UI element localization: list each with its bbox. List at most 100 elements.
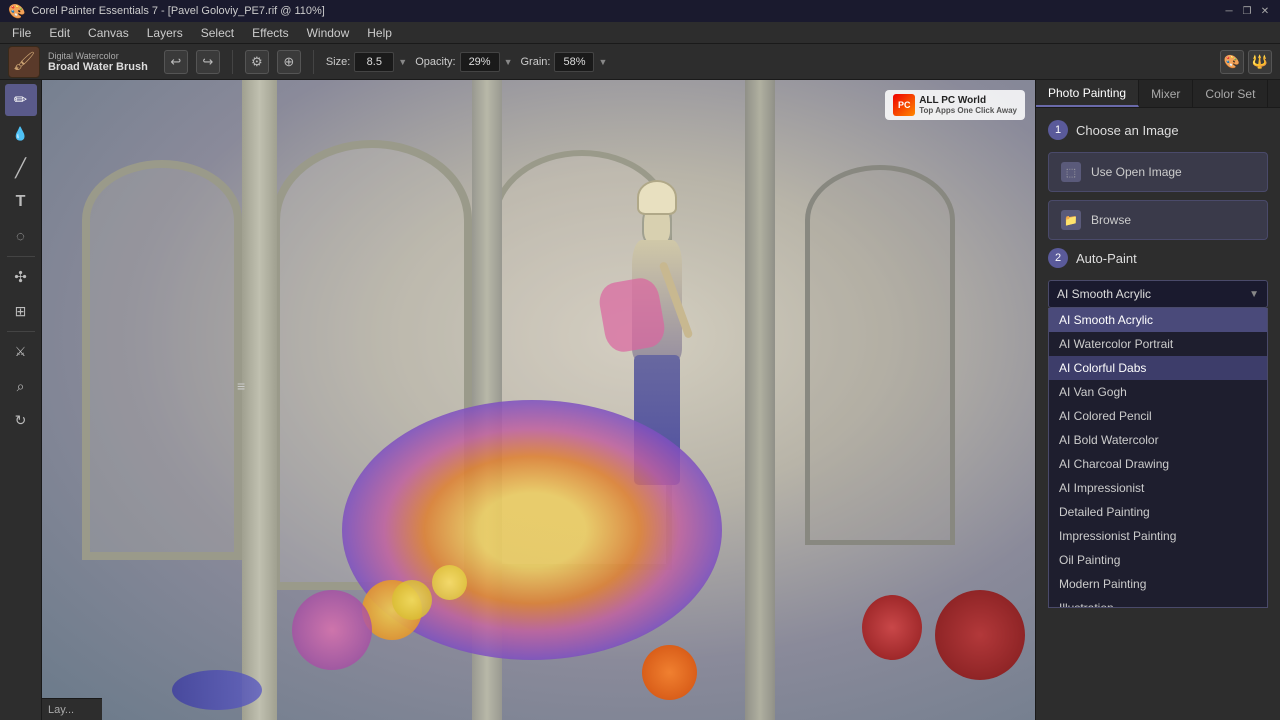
close-button[interactable]: ✕ — [1258, 4, 1272, 18]
brush-category: Digital Watercolor — [48, 51, 148, 61]
dropdown-option-illustration[interactable]: Illustration — [1049, 596, 1267, 608]
step2-title: Auto-Paint — [1076, 251, 1137, 266]
opacity-label: Opacity: — [415, 56, 455, 68]
size-group: Size: ▼ — [326, 52, 407, 72]
browse-label: Browse — [1091, 213, 1131, 227]
eyedropper-tool-button[interactable]: 💧 — [5, 118, 37, 150]
dropdown-option-ai-colorful-dabs[interactable]: AI Colorful Dabs — [1049, 356, 1267, 380]
auto-paint-dropdown-selected[interactable]: AI Smooth Acrylic ▼ — [1048, 280, 1268, 308]
step2-header: 2 Auto-Paint — [1048, 248, 1268, 268]
menu-edit[interactable]: Edit — [41, 24, 78, 42]
dropdown-option-ai-colored-pencil[interactable]: AI Colored Pencil — [1049, 404, 1267, 428]
minimize-button[interactable]: ─ — [1222, 4, 1236, 18]
tool-separator-2 — [7, 331, 35, 332]
large-red-fruit — [935, 590, 1025, 680]
dropdown-option-ai-van-gogh[interactable]: AI Van Gogh — [1049, 380, 1267, 404]
canvas-area[interactable]: ≡ PC ALL PC World Top Apps One Click Awa… — [42, 80, 1035, 720]
menu-file[interactable]: File — [4, 24, 39, 42]
watermark-logo: PC — [893, 94, 915, 116]
tab-photo-painting[interactable]: Photo Painting — [1036, 80, 1139, 107]
layers-partial-tab[interactable]: Lay... — [42, 698, 102, 720]
line-tool-button[interactable]: ╱ — [5, 152, 37, 184]
brush-info: Digital Watercolor Broad Water Brush — [48, 51, 148, 73]
dropdown-option-ai-watercolor-portrait[interactable]: AI Watercolor Portrait — [1049, 332, 1267, 356]
symmetry-button[interactable]: 🔱 — [1248, 50, 1272, 74]
separator — [232, 50, 233, 74]
watermark: PC ALL PC World Top Apps One Click Away — [885, 90, 1025, 120]
menu-window[interactable]: Window — [299, 24, 358, 42]
fruit-2 — [292, 590, 372, 670]
column-1 — [242, 80, 277, 720]
rectangular-tool-button[interactable]: ⊞ — [5, 295, 37, 327]
brush-tool-button[interactable]: ✏ — [5, 84, 37, 116]
step1-title: Choose an Image — [1076, 123, 1179, 138]
grain-dropdown-arrow[interactable]: ▼ — [598, 57, 607, 67]
dropdown-option-oil-painting[interactable]: Oil Painting — [1049, 548, 1267, 572]
brush-variant: Broad Water Brush — [48, 61, 148, 73]
open-image-icon: ⬚ — [1061, 162, 1081, 182]
right-tool-icons: 🎨 🔱 — [1220, 50, 1272, 74]
restore-button[interactable]: ❐ — [1240, 4, 1254, 18]
dropdown-option-modern-painting[interactable]: Modern Painting — [1049, 572, 1267, 596]
menu-help[interactable]: Help — [359, 24, 400, 42]
text-tool-button[interactable]: T — [5, 186, 37, 218]
dropdown-option-ai-bold-watercolor[interactable]: AI Bold Watercolor — [1049, 428, 1267, 452]
title-bar: 🎨 Corel Painter Essentials 7 - [Pavel Go… — [0, 0, 1280, 22]
magnifier-tool-button[interactable]: ⌕ — [5, 370, 37, 402]
transform-tool-button[interactable]: ✣ — [5, 261, 37, 293]
brush-options-button[interactable]: ⚙ — [245, 50, 269, 74]
brush-toggle-button[interactable]: ⊕ — [277, 50, 301, 74]
auto-paint-dropdown-list: AI Smooth Acrylic AI Watercolor Portrait… — [1048, 308, 1268, 608]
separator2 — [313, 50, 314, 74]
dropdown-option-detailed-painting[interactable]: Detailed Painting — [1049, 500, 1267, 524]
dropdown-option-ai-charcoal-drawing[interactable]: AI Charcoal Drawing — [1049, 452, 1267, 476]
browse-button[interactable]: 📁 Browse — [1048, 200, 1268, 240]
column-3 — [745, 80, 775, 720]
left-toolbar: ✏ 💧 ╱ T ◌ ✣ ⊞ ⚔ ⌕ ↻ — [0, 80, 42, 720]
dropdown-arrow-icon: ▼ — [1249, 289, 1259, 300]
brush-preview[interactable]: 🖌 — [8, 46, 40, 78]
redo-button[interactable]: ↪ — [196, 50, 220, 74]
tool-options-bar: 🖌 Digital Watercolor Broad Water Brush ↩… — [0, 44, 1280, 80]
menu-canvas[interactable]: Canvas — [80, 24, 137, 42]
opacity-group: Opacity: ▼ — [415, 52, 512, 72]
panel-tabs: Photo Painting Mixer Color Set — [1036, 80, 1280, 108]
orange-fruit — [642, 645, 697, 700]
grain-input[interactable] — [554, 52, 594, 72]
arch-left — [82, 160, 242, 560]
dropdown-option-impressionist-painting[interactable]: Impressionist Painting — [1049, 524, 1267, 548]
dropdown-option-ai-impressionist[interactable]: AI Impressionist — [1049, 476, 1267, 500]
arch-right — [805, 165, 955, 545]
grain-label: Grain: — [521, 56, 551, 68]
dropdown-option-ai-smooth-acrylic[interactable]: AI Smooth Acrylic — [1049, 308, 1267, 332]
undo-button[interactable]: ↩ — [164, 50, 188, 74]
opacity-dropdown-arrow[interactable]: ▼ — [504, 57, 513, 67]
menu-effects[interactable]: Effects — [244, 24, 296, 42]
blender-tool-button[interactable]: ◌ — [5, 220, 37, 252]
browse-icon: 📁 — [1061, 210, 1081, 230]
step1-header: 1 Choose an Image — [1048, 120, 1268, 140]
tab-mixer[interactable]: Mixer — [1139, 80, 1193, 107]
step1-number: 1 — [1048, 120, 1068, 140]
grain-group: Grain: ▼ — [521, 52, 608, 72]
color-mode-button[interactable]: 🎨 — [1220, 50, 1244, 74]
use-open-image-button[interactable]: ⬚ Use Open Image — [1048, 152, 1268, 192]
size-label: Size: — [326, 56, 350, 68]
menu-select[interactable]: Select — [193, 24, 242, 42]
title-bar-right: ─ ❐ ✕ — [1222, 4, 1272, 18]
step2-number: 2 — [1048, 248, 1068, 268]
panel-content: 1 Choose an Image ⬚ Use Open Image 📁 Bro… — [1036, 108, 1280, 720]
watermark-text: ALL PC World Top Apps One Click Away — [919, 95, 1017, 115]
hamburger-menu-icon[interactable]: ≡ — [237, 378, 245, 394]
rotate-tool-button[interactable]: ↻ — [5, 404, 37, 436]
menu-layers[interactable]: Layers — [139, 24, 191, 42]
red-fruit — [862, 595, 922, 660]
size-dropdown-arrow[interactable]: ▼ — [398, 57, 407, 67]
right-panel: Photo Painting Mixer Color Set 1 Choose … — [1035, 80, 1280, 720]
opacity-input[interactable] — [460, 52, 500, 72]
knife-tool-button[interactable]: ⚔ — [5, 336, 37, 368]
tab-color-set[interactable]: Color Set — [1193, 80, 1268, 107]
dropdown-selected-value: AI Smooth Acrylic — [1057, 287, 1151, 301]
title-bar-left: 🎨 Corel Painter Essentials 7 - [Pavel Go… — [8, 3, 325, 20]
size-input[interactable] — [354, 52, 394, 72]
